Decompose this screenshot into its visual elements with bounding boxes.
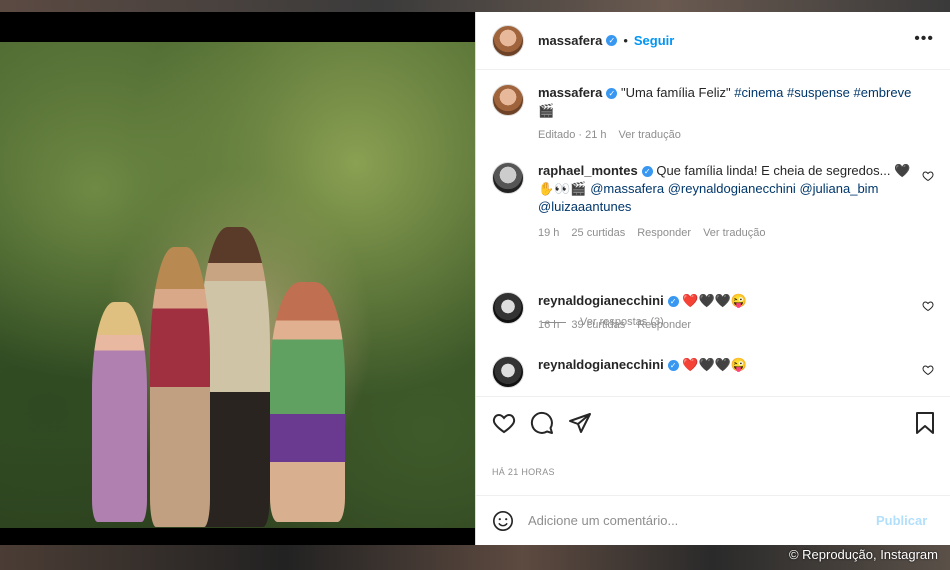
commenter-avatar[interactable] bbox=[492, 162, 524, 194]
commenter-username[interactable]: raphael_montes bbox=[538, 163, 638, 178]
caption-item: massafera ✓ "Uma família Feliz" #cinema #… bbox=[492, 84, 934, 144]
caption-translate-link[interactable]: Ver tradução bbox=[619, 129, 681, 141]
post-photo[interactable] bbox=[0, 42, 475, 528]
separator-dot: • bbox=[623, 33, 628, 48]
author-avatar[interactable] bbox=[492, 24, 524, 57]
author-username[interactable]: massafera bbox=[538, 33, 602, 48]
verified-badge-icon: ✓ bbox=[667, 360, 679, 372]
more-options-icon[interactable]: ••• bbox=[914, 30, 934, 48]
like-icon[interactable] bbox=[492, 411, 516, 435]
caption-edited: Editado · 21 h bbox=[538, 129, 607, 141]
comment-emoji: ✋👀🎬 bbox=[538, 181, 587, 196]
caption-emoji: 🎬 bbox=[538, 103, 555, 118]
comment-time: 16 h bbox=[538, 319, 560, 331]
mention-massafera[interactable]: @massafera bbox=[590, 181, 664, 196]
emoji-icon[interactable] bbox=[492, 510, 514, 532]
comment-text: Que família linda! E cheia de segredos..… bbox=[656, 163, 911, 178]
publish-button[interactable]: Publicar bbox=[876, 513, 927, 528]
commenter-username[interactable]: reynaldogianecchini bbox=[538, 357, 664, 372]
photo-figure-girl-right bbox=[270, 282, 345, 522]
hashtag-suspense[interactable]: #suspense bbox=[787, 85, 850, 100]
verified-badge-icon: ✓ bbox=[667, 296, 679, 308]
reply-button[interactable]: Responder bbox=[637, 319, 691, 331]
post-actions-bar bbox=[476, 396, 950, 450]
comment-item: reynaldogianecchini ✓ ❤️🖤🖤😜 bbox=[492, 356, 934, 388]
save-bookmark-icon[interactable] bbox=[914, 411, 936, 435]
reply-button[interactable]: Responder bbox=[637, 227, 691, 239]
commenter-avatar[interactable] bbox=[492, 292, 524, 324]
comment-translate-link[interactable]: Ver tradução bbox=[703, 227, 765, 239]
comment-time: 19 h bbox=[538, 227, 560, 239]
like-comment-icon[interactable] bbox=[922, 170, 934, 182]
caption-username[interactable]: massafera bbox=[538, 85, 602, 100]
share-icon[interactable] bbox=[568, 411, 592, 435]
comment-item: reynaldogianecchini ✓ ❤️🖤🖤😜 16 h 39 curtid… bbox=[492, 292, 934, 334]
follow-button[interactable]: Seguir bbox=[634, 33, 674, 48]
mention-reynaldogianecchini[interactable]: @reynaldogianecchini bbox=[668, 181, 796, 196]
caption-avatar[interactable] bbox=[492, 84, 524, 116]
commenter-username[interactable]: reynaldogianecchini bbox=[538, 293, 664, 308]
mention-juliana-bim[interactable]: @juliana_bim bbox=[799, 181, 878, 196]
post-side-panel: massafera ✓ • Seguir ••• massafera ✓ "Uma… bbox=[475, 12, 950, 545]
comment-icon[interactable] bbox=[530, 411, 554, 435]
mention-luizaaantunes[interactable]: @luizaaantunes bbox=[538, 199, 631, 214]
photo-panel bbox=[0, 12, 475, 545]
caption-text: "Uma família Feliz" bbox=[620, 85, 731, 100]
add-comment-bar: Publicar bbox=[476, 495, 950, 545]
hashtag-embreve[interactable]: #embreve bbox=[854, 85, 912, 100]
verified-badge-icon: ✓ bbox=[606, 35, 618, 46]
comment-text: ❤️🖤🖤😜 bbox=[682, 293, 748, 308]
comment-input[interactable] bbox=[528, 513, 868, 528]
post-header: massafera ✓ • Seguir ••• bbox=[476, 12, 950, 70]
commenter-avatar[interactable] bbox=[492, 356, 524, 388]
photo-figure-woman bbox=[150, 247, 210, 527]
comment-likes[interactable]: 39 curtidas bbox=[571, 319, 625, 331]
photo-figure-girl-left bbox=[92, 302, 147, 522]
comments-list[interactable]: massafera ✓ "Uma família Feliz" #cinema #… bbox=[476, 70, 950, 396]
hashtag-cinema[interactable]: #cinema bbox=[734, 85, 783, 100]
photo-figure-man bbox=[200, 227, 270, 527]
background-strip-top bbox=[0, 0, 950, 12]
comment-likes[interactable]: 25 curtidas bbox=[571, 227, 625, 239]
like-comment-icon[interactable] bbox=[922, 300, 934, 312]
like-comment-icon[interactable] bbox=[922, 364, 934, 376]
comment-text: ❤️🖤🖤😜 bbox=[682, 357, 748, 372]
comment-item: raphael_montes ✓ Que família linda! E che… bbox=[492, 162, 934, 242]
verified-badge-icon: ✓ bbox=[606, 88, 618, 100]
photo-credit: © Reprodução, Instagram bbox=[788, 547, 938, 562]
post-timestamp: HÁ 21 HORAS bbox=[492, 467, 555, 477]
verified-badge-icon: ✓ bbox=[641, 166, 653, 178]
